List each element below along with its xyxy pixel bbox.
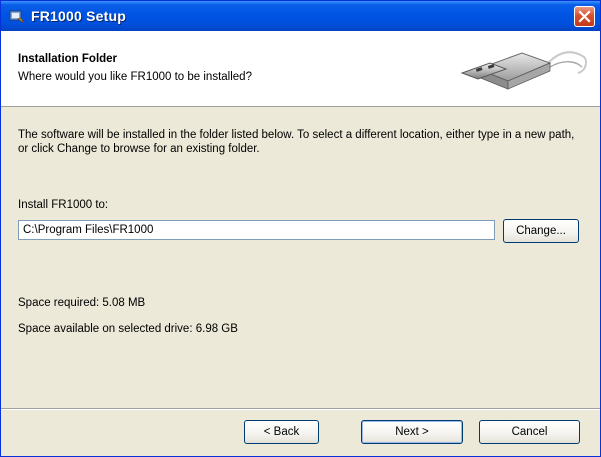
setup-app-icon — [9, 8, 25, 24]
footer-divider — [1, 408, 600, 410]
next-button-label: Next > — [395, 426, 429, 438]
cancel-button[interactable]: Cancel — [479, 420, 580, 444]
close-icon — [578, 10, 591, 23]
change-button-label: Change... — [516, 225, 566, 237]
back-button[interactable]: < Back — [244, 420, 319, 444]
install-path-input[interactable] — [18, 220, 495, 240]
wizard-header: Installation Folder Where would you like… — [1, 31, 600, 107]
back-button-label: < Back — [263, 426, 300, 438]
window-title: FR1000 Setup — [31, 8, 126, 24]
change-button[interactable]: Change... — [503, 219, 579, 243]
title-bar[interactable]: FR1000 Setup — [1, 1, 600, 31]
header-subtitle: Where would you like FR1000 to be instal… — [18, 71, 252, 83]
close-button[interactable] — [574, 6, 595, 27]
space-required-text: Space required: 5.08 MB — [18, 297, 146, 309]
setup-window: FR1000 Setup Installation Folder Where w… — [0, 0, 601, 457]
header-title: Installation Folder — [18, 53, 118, 65]
next-button[interactable]: Next > — [361, 420, 463, 444]
install-location-label: Install FR1000 to: — [18, 199, 109, 211]
cancel-button-label: Cancel — [511, 426, 548, 438]
usb-cable-graphic — [460, 51, 587, 90]
instructions-text: The software will be installed in the fo… — [18, 129, 575, 155]
space-available-text: Space available on selected drive: 6.98 … — [18, 323, 238, 335]
